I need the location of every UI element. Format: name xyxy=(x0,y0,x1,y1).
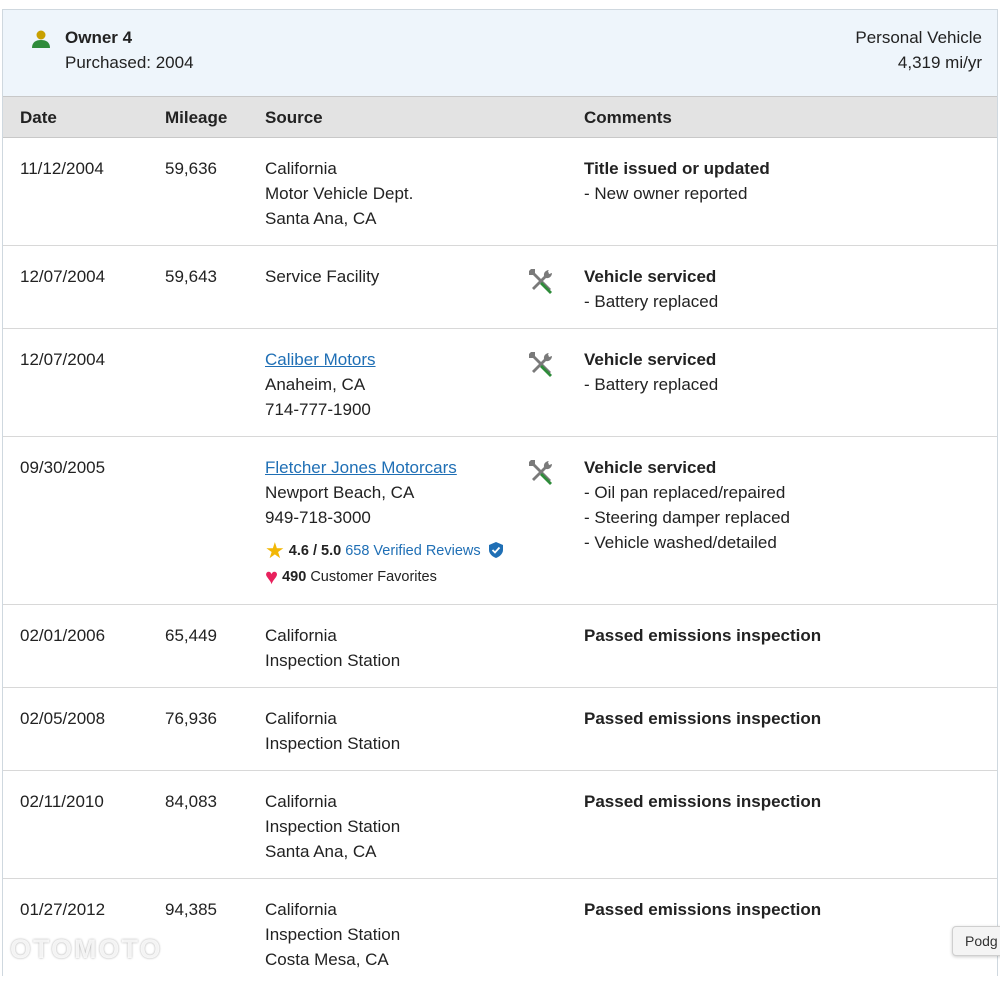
source-line: Santa Ana, CA xyxy=(265,209,377,228)
owner-header: Owner 4 Purchased: 2004 Personal Vehicle… xyxy=(2,9,998,96)
table-row: 11/12/2004 59,636 California Motor Vehic… xyxy=(3,138,997,246)
table-row: 02/11/2010 84,083 California Inspection … xyxy=(3,771,997,879)
comment-title: Vehicle serviced xyxy=(584,350,717,369)
source-line: 949-718-3000 xyxy=(265,508,371,527)
row-date: 12/07/2004 xyxy=(20,267,106,286)
row-comments: Passed emissions inspection xyxy=(584,706,984,731)
otomoto-watermark: OTOMOTO xyxy=(10,934,163,964)
header-comments: Comments xyxy=(584,108,672,127)
comment-item: Vehicle washed/detailed xyxy=(584,530,984,555)
star-icon: ★ xyxy=(265,538,285,563)
wrench-screwdriver-icon xyxy=(529,460,553,485)
owner-title: Owner 4 xyxy=(65,28,133,47)
source-line: Costa Mesa, CA xyxy=(265,950,389,969)
row-source: California Inspection Station xyxy=(265,623,515,673)
source-link[interactable]: Fletcher Jones Motorcars xyxy=(265,455,565,480)
source-line: Inspection Station xyxy=(265,734,401,753)
table-row: 02/05/2008 76,936 California Inspection … xyxy=(3,688,997,771)
comment-item: Steering damper replaced xyxy=(584,505,984,530)
row-comments: Passed emissions inspection xyxy=(584,789,984,814)
feedback-tab[interactable]: Podg xyxy=(952,926,1000,956)
comment-title: Passed emissions inspection xyxy=(584,900,822,919)
table-header: Date Mileage Source Comments xyxy=(3,96,997,138)
row-date: 12/07/2004 xyxy=(20,350,106,369)
row-comments: Passed emissions inspection xyxy=(584,623,984,648)
row-date: 02/05/2008 xyxy=(20,709,106,728)
row-comments: Title issued or updated New owner report… xyxy=(584,156,984,206)
header-mileage: Mileage xyxy=(165,108,228,127)
row-source: California Inspection Station xyxy=(265,706,515,756)
annual-mileage: 4,319 mi/yr xyxy=(897,53,982,72)
row-source: Caliber Motors Anaheim, CA 714-777-1900 xyxy=(265,347,515,422)
person-icon xyxy=(32,30,50,48)
favorites-count: 490 xyxy=(282,569,307,585)
source-line: California xyxy=(265,709,337,728)
row-source: California Inspection Station Santa Ana,… xyxy=(265,789,515,864)
source-link[interactable]: Caliber Motors xyxy=(265,347,515,372)
header-date: Date xyxy=(20,108,57,127)
row-comments: Vehicle serviced Battery replaced xyxy=(584,264,984,314)
row-source: Fletcher Jones Motorcars Newport Beach, … xyxy=(265,455,565,590)
comment-title: Passed emissions inspection xyxy=(584,626,822,645)
table-row: 12/07/2004 59,643 Service Facility Vehic… xyxy=(3,246,997,329)
row-source: California Motor Vehicle Dept. Santa Ana… xyxy=(265,156,515,231)
row-mileage: 59,636 xyxy=(165,159,217,178)
row-date: 02/01/2006 xyxy=(20,626,106,645)
source-line: Inspection Station xyxy=(265,817,401,836)
row-comments: Vehicle serviced Battery replaced xyxy=(584,347,984,397)
table-row: 12/07/2004 Caliber Motors Anaheim, CA 71… xyxy=(3,329,997,437)
header-source: Source xyxy=(265,108,323,127)
rating-score: 4.6 / 5.0 xyxy=(288,543,342,559)
verified-reviews-link[interactable]: 658 Verified Reviews xyxy=(345,543,480,559)
comment-item: Oil pan replaced/repaired xyxy=(584,480,984,505)
comment-item: New owner reported xyxy=(584,181,984,206)
source-line: Motor Vehicle Dept. xyxy=(265,184,414,203)
row-mileage: 94,385 xyxy=(165,900,217,919)
row-mileage: 84,083 xyxy=(165,792,217,811)
row-mileage: 76,936 xyxy=(165,709,217,728)
comment-title: Title issued or updated xyxy=(584,159,770,178)
comment-title: Vehicle serviced xyxy=(584,267,717,286)
comment-title: Passed emissions inspection xyxy=(584,792,822,811)
history-table: Date Mileage Source Comments 11/12/2004 … xyxy=(2,96,998,976)
comment-item: Battery replaced xyxy=(584,372,984,397)
comment-item: Battery replaced xyxy=(584,289,984,314)
source-line: Inspection Station xyxy=(265,651,401,670)
comment-title: Passed emissions inspection xyxy=(584,709,822,728)
row-date: 09/30/2005 xyxy=(20,458,106,477)
source-line: California xyxy=(265,159,337,178)
source-line: Inspection Station xyxy=(265,925,401,944)
table-row: 09/30/2005 Fletcher Jones Motorcars Newp… xyxy=(3,437,997,605)
table-row: 01/27/2012 94,385 California Inspection … xyxy=(3,879,997,987)
vehicle-type: Personal Vehicle xyxy=(855,28,982,47)
comment-title: Vehicle serviced xyxy=(584,458,717,477)
table-row: 02/01/2006 65,449 California Inspection … xyxy=(3,605,997,688)
row-source: Service Facility xyxy=(265,264,515,289)
row-date: 01/27/2012 xyxy=(20,900,106,919)
row-mileage: 59,643 xyxy=(165,267,217,286)
source-line: California xyxy=(265,900,337,919)
row-date: 11/12/2004 xyxy=(20,159,104,178)
source-line: Newport Beach, CA xyxy=(265,483,415,502)
source-line: California xyxy=(265,626,337,645)
row-source: California Inspection Station Costa Mesa… xyxy=(265,897,515,972)
heart-icon: ♥ xyxy=(265,564,279,589)
row-comments: Passed emissions inspection xyxy=(584,897,984,922)
source-line: 714-777-1900 xyxy=(265,400,371,419)
dealer-rating: ★ 4.6 / 5.0 658 Verified Reviews xyxy=(265,538,565,564)
verified-shield-icon xyxy=(488,542,503,558)
row-comments: Vehicle serviced Oil pan replaced/repair… xyxy=(584,455,984,555)
customer-favorites: ♥ 490 Customer Favorites xyxy=(265,564,565,590)
source-line: Service Facility xyxy=(265,267,380,286)
source-line: Anaheim, CA xyxy=(265,375,366,394)
source-line: California xyxy=(265,792,337,811)
row-date: 02/11/2010 xyxy=(20,792,104,811)
source-line: Santa Ana, CA xyxy=(265,842,377,861)
owner-purchased: Purchased: 2004 xyxy=(65,53,194,72)
wrench-screwdriver-icon xyxy=(529,269,553,294)
favorites-label: Customer Favorites xyxy=(310,569,437,585)
row-mileage: 65,449 xyxy=(165,626,217,645)
wrench-screwdriver-icon xyxy=(529,352,553,377)
